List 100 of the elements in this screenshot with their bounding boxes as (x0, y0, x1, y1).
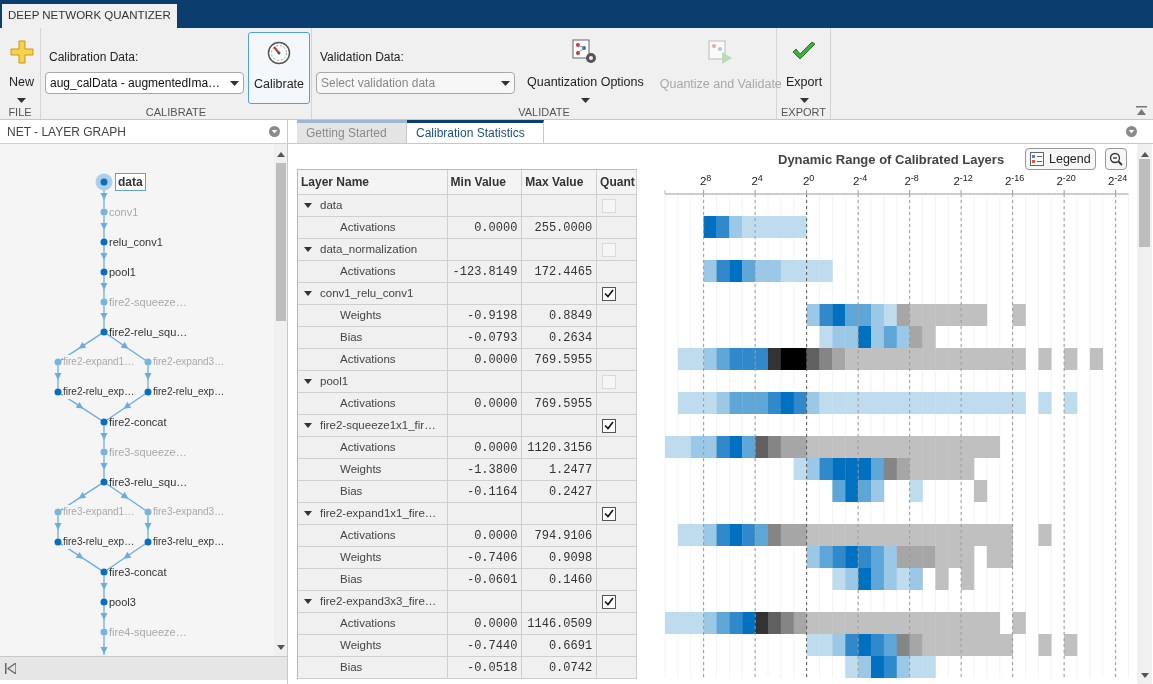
graph-node[interactable] (144, 508, 152, 516)
max-value-cell: 0.6691 (522, 635, 598, 657)
min-value-cell: 0.0000 (447, 349, 523, 371)
scroll-down-icon[interactable] (1140, 673, 1149, 678)
min-value-cell: -1.3800 (447, 459, 523, 481)
checkbox[interactable] (602, 594, 617, 609)
layer-label[interactable]: fire2-relu_exp… (63, 385, 135, 399)
expand-caret-icon[interactable] (304, 291, 312, 296)
scrollbar[interactable] (274, 144, 287, 656)
layer-label[interactable]: fire2-relu_exp… (153, 385, 225, 399)
graph-node[interactable] (100, 478, 108, 486)
checkbox[interactable] (602, 286, 617, 301)
caret-icon (17, 98, 26, 103)
graph-node[interactable] (100, 598, 108, 606)
graph-edge (100, 304, 108, 330)
graph-node[interactable] (100, 208, 108, 216)
layer-label[interactable]: fire2-concat (109, 415, 167, 429)
layer-name: data (320, 197, 343, 213)
graph-node[interactable] (95, 173, 113, 191)
dropdown-label: Calibration Data: (48, 49, 140, 66)
legend-button[interactable]: Legend (1025, 148, 1096, 170)
scrollbar[interactable] (1137, 144, 1152, 684)
scroll-down-icon[interactable] (276, 645, 285, 650)
layer-label[interactable]: pool3 (109, 595, 136, 609)
section-label: VALIDATE (518, 105, 570, 120)
layer-label[interactable]: data (115, 173, 146, 191)
table-cell (597, 327, 637, 349)
graph-node[interactable] (100, 268, 108, 276)
graph-node[interactable] (54, 388, 62, 396)
graph-node[interactable] (54, 508, 62, 516)
graph-node[interactable] (100, 448, 108, 456)
graph-node[interactable] (54, 358, 62, 366)
layer-label[interactable]: fire3-concat (109, 565, 167, 579)
graph-node[interactable] (100, 568, 108, 576)
graph-node[interactable] (100, 238, 108, 246)
chart-title: Dynamic Range of Calibrated Layers (778, 151, 1005, 169)
checkbox[interactable] (602, 506, 617, 521)
checkbox[interactable] (602, 418, 617, 433)
document-tab[interactable]: Calibration Statistics (407, 120, 544, 143)
max-value-cell: 769.5955 (522, 349, 598, 371)
statistic-name: Activations (340, 527, 396, 543)
layer-label[interactable]: fire3-relu_exp… (153, 535, 225, 549)
statistic-name: Weights (340, 307, 382, 323)
graph-node[interactable] (100, 418, 108, 426)
dropdown-circle-icon[interactable] (1126, 126, 1137, 137)
dropdown-circle-icon[interactable] (269, 126, 280, 137)
caret-icon (580, 98, 590, 103)
skip-to-start-icon[interactable] (5, 663, 16, 674)
max-value-cell: 1120.3156 (522, 437, 598, 459)
toolstrip-button[interactable]: Calibrate (248, 32, 311, 104)
app-tab[interactable]: DEEP NETWORK QUANTIZER (2, 4, 177, 28)
layer-label[interactable]: relu_conv1 (109, 235, 163, 249)
scrollbar-thumb[interactable] (275, 163, 286, 321)
table-cell (597, 547, 637, 569)
zoom-out-button[interactable] (1105, 148, 1127, 170)
max-value-cell: 0.0742 (522, 657, 598, 679)
graph-node[interactable] (144, 538, 152, 546)
graph-node[interactable] (54, 538, 62, 546)
graph-node[interactable] (100, 298, 108, 306)
scroll-up-icon[interactable] (276, 152, 285, 157)
toolstrip-button[interactable]: Quantization Options (521, 32, 650, 104)
layer-label[interactable]: pool1 (109, 265, 136, 279)
layer-label[interactable]: fire3-relu_exp… (63, 535, 135, 549)
tick-label: 2$^{0}$ (802, 173, 815, 189)
scroll-up-icon[interactable] (1140, 152, 1149, 157)
graph-node[interactable] (144, 358, 152, 366)
scrollbar-thumb[interactable] (1139, 159, 1150, 247)
statistic-name: Activations (340, 615, 396, 631)
statistic-name: Bias (340, 571, 363, 587)
max-value-cell: 1.2477 (522, 459, 598, 481)
layer-name: conv1_relu_conv1 (320, 285, 414, 301)
expand-caret-icon[interactable] (304, 599, 312, 604)
graph-node[interactable] (144, 388, 152, 396)
graph-edge (54, 364, 62, 390)
dropdown-field[interactable]: aug_calData - augmentedIma… (45, 72, 244, 94)
diagram-play-icon (707, 40, 734, 66)
zoom-out-icon (1109, 152, 1123, 166)
statistic-name: Weights (340, 637, 382, 653)
column-header[interactable]: Min Value (447, 170, 523, 195)
graph-edge (100, 214, 108, 240)
toolstrip-button[interactable]: New (3, 32, 40, 104)
layer-label[interactable]: fire2-relu_squ… (109, 325, 188, 339)
statistic-name: Activations (340, 439, 396, 455)
expand-caret-icon[interactable] (304, 511, 312, 516)
caret-icon (799, 98, 809, 103)
min-value-cell: 0.0000 (447, 217, 523, 239)
column-header[interactable]: Layer Name (298, 170, 448, 195)
statistic-name: Weights (340, 461, 382, 477)
column-header[interactable]: Quant (597, 170, 637, 195)
collapse-icon[interactable] (1136, 106, 1147, 115)
section-label: FILE (8, 105, 32, 120)
check-icon (604, 421, 615, 430)
layer-name: fire2-expand1x1_fire… (320, 505, 437, 521)
column-header[interactable]: Max Value (522, 170, 598, 195)
graph-node[interactable] (100, 628, 108, 636)
max-value-cell: 794.9106 (522, 525, 598, 547)
section-label: CALIBRATE (145, 105, 207, 120)
graph-node[interactable] (100, 328, 108, 336)
layer-label[interactable]: fire3-relu_squ… (109, 475, 188, 489)
expand-caret-icon[interactable] (304, 423, 312, 428)
